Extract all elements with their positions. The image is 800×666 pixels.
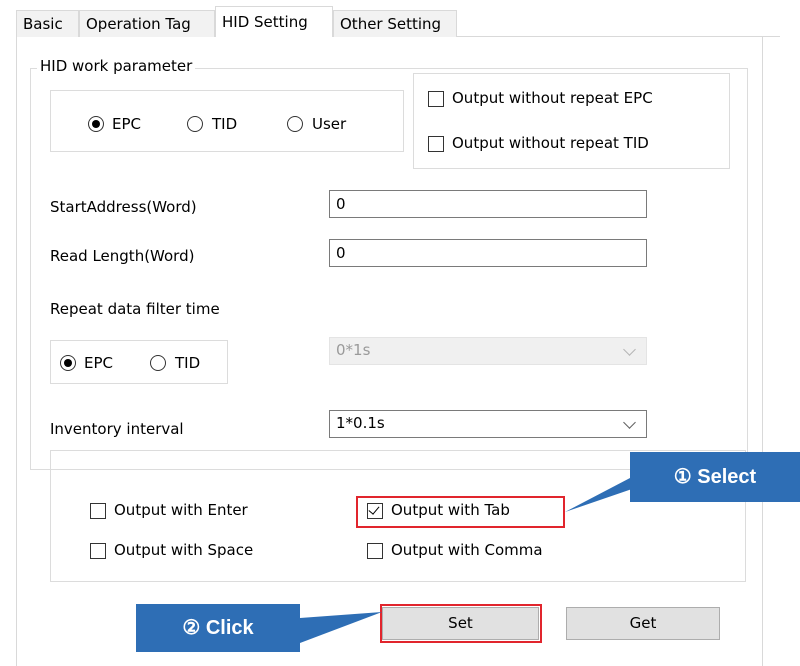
click-callout-pointer xyxy=(300,612,382,643)
tab-hid-setting[interactable]: HID Setting xyxy=(215,6,333,37)
tab-hid-setting-label: HID Setting xyxy=(222,13,308,31)
click-callout: ② Click xyxy=(136,604,300,652)
select-callout: ① Select xyxy=(630,452,800,502)
callout-pointers xyxy=(300,478,664,643)
